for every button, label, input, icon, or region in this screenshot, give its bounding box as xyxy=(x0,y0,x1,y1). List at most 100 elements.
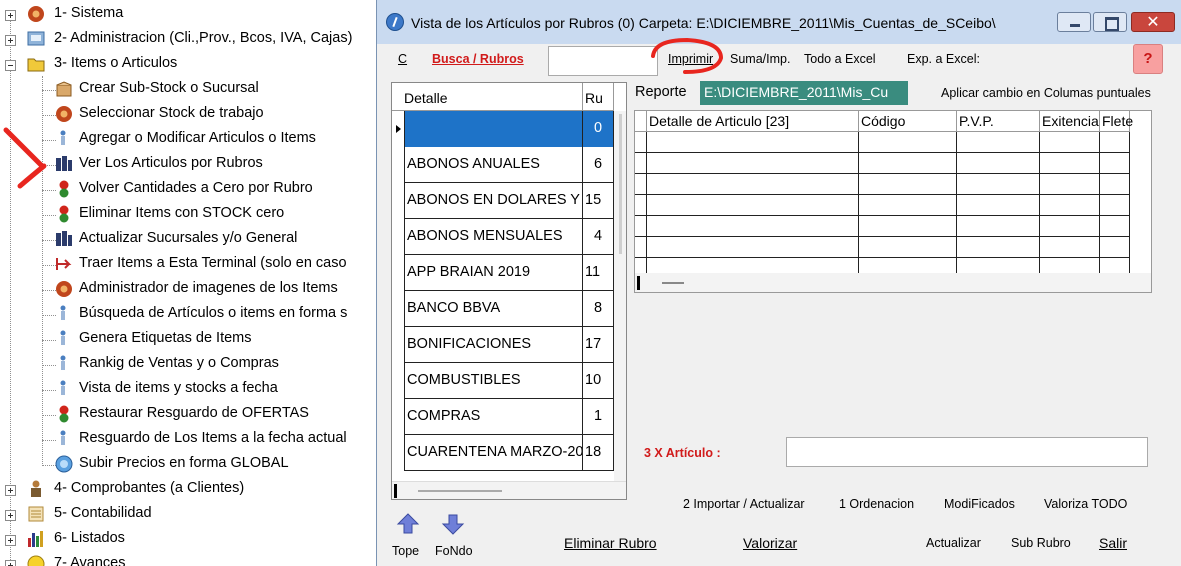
expand-icon[interactable] xyxy=(5,35,16,46)
articulo-row[interactable] xyxy=(635,174,1130,195)
tree-item-busqueda-articulos[interactable]: Búsqueda de Artículos o items en forma s xyxy=(0,302,376,327)
tree-item-eliminar-stock-cero[interactable]: Eliminar Items con STOCK cero xyxy=(0,202,376,227)
rubro-ru: 1 xyxy=(594,408,603,424)
tree-item-resguardo-items[interactable]: Resguardo de Los Items a la fecha actual xyxy=(0,427,376,452)
modificados-button[interactable]: ModiFicados xyxy=(944,497,1015,511)
expand-icon[interactable] xyxy=(5,535,16,546)
sub-rubro-button[interactable]: Sub Rubro xyxy=(1011,536,1071,550)
column-header-detalle-articulo[interactable]: Detalle de Articulo [23] xyxy=(647,111,859,132)
minimize-button[interactable] xyxy=(1057,12,1091,32)
tree-item-subir-precios[interactable]: Subir Precios en forma GLOBAL xyxy=(0,452,376,477)
articulos-grid[interactable]: Detalle de Articulo [23] Código P.V.P. E… xyxy=(634,110,1152,293)
tree-item-label: Eliminar Items con STOCK cero xyxy=(79,205,285,221)
suma-imp-button[interactable]: Suma/Imp. xyxy=(730,52,790,66)
tree-item-traer-items[interactable]: Traer Items a Esta Terminal (solo en cas… xyxy=(0,252,376,277)
scroll-thumb[interactable] xyxy=(662,282,684,284)
busca-rubros-label[interactable]: Busca / Rubros xyxy=(432,52,524,66)
tree-item-label: Crear Sub-Stock o Sucursal xyxy=(79,80,259,96)
scroll-thumb[interactable] xyxy=(418,490,502,492)
tree-item-genera-etiquetas[interactable]: Genera Etiquetas de Items xyxy=(0,327,376,352)
bar-chart-icon xyxy=(28,531,43,547)
articulos-por-rubros-window: Vista de los Artículos por Rubros (0) Ca… xyxy=(376,0,1181,566)
help-button[interactable]: ? xyxy=(1133,44,1163,74)
fondo-arrow-icon[interactable] xyxy=(440,511,466,537)
tree-item-label: Seleccionar Stock de trabajo xyxy=(79,105,264,121)
salir-button[interactable]: Salir xyxy=(1099,535,1127,551)
tree-node-listados[interactable]: 6- Listados xyxy=(0,527,376,552)
rubro-row[interactable]: APP BRAIAN 2019 11 xyxy=(392,255,614,291)
rubro-row[interactable]: 0 xyxy=(392,111,614,147)
tree-item-vista-items-fecha[interactable]: Vista de items y stocks a fecha xyxy=(0,377,376,402)
column-header-pvp[interactable]: P.V.P. xyxy=(957,111,1040,132)
articulo-row[interactable] xyxy=(635,237,1130,258)
tree-item-admin-imagenes[interactable]: Administrador de imagenes de los Items xyxy=(0,277,376,302)
rubro-detalle: APP BRAIAN 2019 xyxy=(407,264,531,280)
rubro-row[interactable]: ABONOS ANUALES 6 xyxy=(392,147,614,183)
articulo-row[interactable] xyxy=(635,195,1130,216)
column-header-flete[interactable]: Flete xyxy=(1100,111,1133,132)
busca-rubros-input[interactable] xyxy=(548,46,658,76)
articulo-row[interactable] xyxy=(635,132,1130,153)
valoriza-todo-button[interactable]: Valoriza TODO xyxy=(1044,497,1127,511)
rubro-row[interactable]: CUARENTENA MARZO-20 18 xyxy=(392,435,614,471)
actualizar-button[interactable]: Actualizar xyxy=(926,536,981,550)
tope-arrow-icon[interactable] xyxy=(395,511,421,537)
annotation-circle-icon xyxy=(651,37,724,74)
column-header-ru[interactable]: Ru xyxy=(583,83,614,111)
tope-button[interactable]: Tope xyxy=(392,544,419,558)
scroll-thumb[interactable] xyxy=(619,114,622,254)
horizontal-scrollbar[interactable] xyxy=(635,273,1151,292)
column-header-codigo[interactable]: Código xyxy=(859,111,957,132)
title-bar[interactable]: Vista de los Artículos por Rubros (0) Ca… xyxy=(377,0,1181,44)
header-label: Exitencia xyxy=(1042,113,1099,129)
valorizar-button[interactable]: Valorizar xyxy=(743,535,797,551)
todo-excel-button[interactable]: Todo a Excel xyxy=(804,52,876,66)
tree-node-contabilidad[interactable]: 5- Contabilidad xyxy=(0,502,376,527)
header-label: Ru xyxy=(585,90,603,106)
gear-icon xyxy=(28,6,44,22)
maximize-button[interactable] xyxy=(1093,12,1127,32)
rubro-row[interactable]: BANCO BBVA 8 xyxy=(392,291,614,327)
rubro-row[interactable]: COMPRAS 1 xyxy=(392,399,614,435)
tree-node-items[interactable]: 3- Items o Articulos xyxy=(0,52,376,77)
rubro-ru: 18 xyxy=(585,444,602,460)
rubros-grid[interactable]: Detalle Ru 0 ABONOS ANUALES 6 ABONOS EN D… xyxy=(391,82,627,500)
vertical-scrollbar[interactable] xyxy=(614,111,626,483)
aplicar-cambio-button[interactable]: Aplicar cambio en Columas puntuales xyxy=(941,86,1151,100)
expand-icon[interactable] xyxy=(5,485,16,496)
tree-node-comprobantes[interactable]: 4- Comprobantes (a Clientes) xyxy=(0,477,376,502)
column-header-detalle[interactable]: Detalle xyxy=(392,83,583,111)
rubro-row[interactable]: ABONOS MENSUALES 4 xyxy=(392,219,614,255)
rubro-row[interactable]: COMBUSTIBLES 10 xyxy=(392,363,614,399)
box-icon xyxy=(56,81,72,97)
tree-node-avances[interactable]: 7- Avances xyxy=(0,552,376,566)
exp-excel-button[interactable]: Exp. a Excel: xyxy=(907,52,980,66)
tree-item-label: Subir Precios en forma GLOBAL xyxy=(79,455,289,471)
tree-item-crear-substock[interactable]: Crear Sub-Stock o Sucursal xyxy=(0,77,376,102)
collapse-icon[interactable] xyxy=(5,60,16,71)
articulo-row[interactable] xyxy=(635,258,1130,273)
ordenacion-button[interactable]: 1 Ordenacion xyxy=(839,497,914,511)
por-articulo-input[interactable] xyxy=(786,437,1148,467)
articulo-row[interactable] xyxy=(635,216,1130,237)
close-button[interactable]: ✕ xyxy=(1131,12,1175,32)
tree-node-administracion[interactable]: 2- Administracion (Cli.,Prov., Bcos, IVA… xyxy=(0,27,376,52)
fondo-button[interactable]: FoNdo xyxy=(435,544,473,558)
tree-item-label: Ver Los Articulos por Rubros xyxy=(79,155,263,171)
expand-icon[interactable] xyxy=(5,560,16,566)
importar-actualizar-button[interactable]: 2 Importar / Actualizar xyxy=(683,497,805,511)
c-button[interactable]: C xyxy=(398,52,407,66)
rubro-row[interactable]: ABONOS EN DOLARES Y 15 xyxy=(392,183,614,219)
column-header-exitencia[interactable]: Exitencia xyxy=(1040,111,1100,132)
tree-item-actualizar-sucursales[interactable]: Actualizar Sucursales y/o General xyxy=(0,227,376,252)
horizontal-scrollbar[interactable] xyxy=(392,481,626,499)
eliminar-rubro-button[interactable]: Eliminar Rubro xyxy=(564,535,657,551)
reporte-path-field[interactable]: E:\DICIEMBRE_2011\Mis_Cu xyxy=(700,81,908,105)
tree-item-ranking-ventas[interactable]: Rankig de Ventas y o Compras xyxy=(0,352,376,377)
expand-icon[interactable] xyxy=(5,510,16,521)
articulo-row[interactable] xyxy=(635,153,1130,174)
tree-item-restaurar-ofertas[interactable]: Restaurar Resguardo de OFERTAS xyxy=(0,402,376,427)
tree-node-sistema[interactable]: 1- Sistema xyxy=(0,2,376,27)
rubro-row[interactable]: BONIFICACIONES 17 xyxy=(392,327,614,363)
expand-icon[interactable] xyxy=(5,10,16,21)
